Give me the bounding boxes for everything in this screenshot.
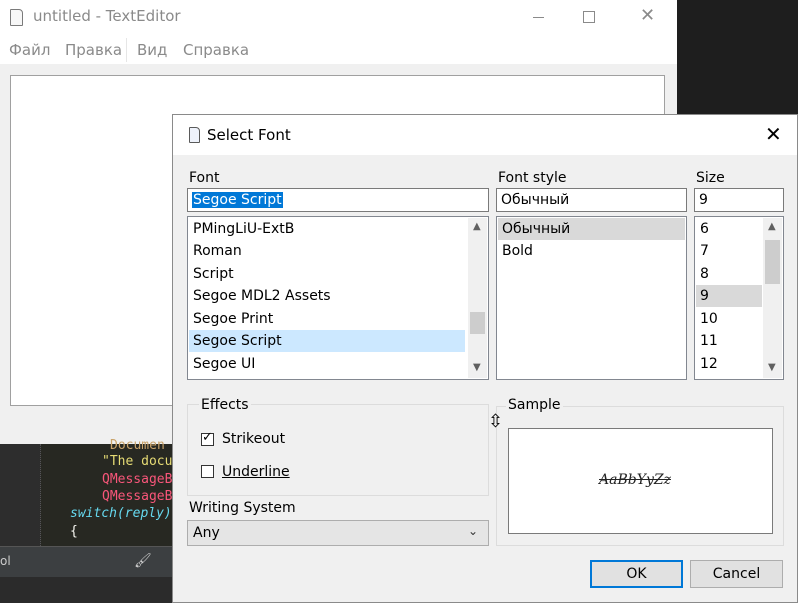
- underline-checkbox[interactable]: [201, 465, 214, 478]
- font-label: Font: [189, 170, 220, 186]
- list-item[interactable]: Segoe UI: [189, 353, 465, 375]
- list-item[interactable]: 12: [696, 353, 762, 375]
- minimize-icon: [533, 17, 544, 18]
- font-list[interactable]: PMingLiU-ExtB Roman Script Segoe MDL2 As…: [187, 216, 489, 380]
- menu-help[interactable]: Справка: [183, 41, 249, 59]
- list-item-selected[interactable]: Segoe Script: [189, 330, 465, 352]
- code-gutter: [0, 444, 41, 546]
- list-item[interactable]: Script: [189, 263, 465, 285]
- code-line: Documen: [110, 438, 165, 453]
- menu-view[interactable]: Вид: [137, 41, 167, 59]
- list-item-selected[interactable]: 9: [696, 285, 762, 307]
- maximize-icon: [583, 11, 595, 23]
- maximize-button[interactable]: [561, 0, 617, 34]
- size-list[interactable]: 6 7 8 9 10 11 12 ▲ ▼: [694, 216, 784, 380]
- code-line: {: [70, 524, 78, 539]
- select-font-dialog: Select Font ✕ Font Segoe Script PMingLiU…: [172, 114, 798, 603]
- dialog-titlebar: Select Font ✕: [173, 115, 797, 155]
- size-label: Size: [696, 170, 725, 186]
- editor-titlebar: untitled - TextEditor ✕: [0, 0, 677, 34]
- strikeout-checkbox[interactable]: ✓: [201, 430, 214, 446]
- font-style-list[interactable]: Обычный Bold: [496, 216, 687, 380]
- cancel-button[interactable]: Cancel: [690, 560, 783, 588]
- chevron-up-icon[interactable]: ▲: [473, 221, 481, 232]
- code-editor-peek: Documen "The docu QMessageB QMessageB sw…: [0, 438, 174, 546]
- scroll-thumb[interactable]: [765, 240, 780, 284]
- mouse-cursor-icon: ⇳: [488, 411, 504, 432]
- list-item[interactable]: PMingLiU-ExtB: [189, 218, 465, 240]
- ide-statusbar: ol 🖌: [0, 546, 174, 577]
- close-icon: ✕: [640, 5, 656, 26]
- menubar: Файл Правка Вид Справка: [0, 34, 677, 64]
- document-icon: [10, 9, 23, 26]
- list-item[interactable]: 7: [696, 240, 762, 262]
- size-list-scrollbar[interactable]: ▲ ▼: [763, 218, 782, 378]
- size-input[interactable]: 9: [694, 188, 784, 212]
- menu-edit[interactable]: Правка: [65, 41, 122, 59]
- strikeout-label[interactable]: Strikeout: [222, 431, 285, 447]
- writing-system-label: Writing System: [189, 500, 296, 516]
- chevron-down-icon[interactable]: ▼: [768, 362, 776, 373]
- underline-label[interactable]: Underline: [222, 464, 290, 480]
- document-icon: [189, 127, 200, 143]
- writing-system-value: Any: [193, 525, 220, 541]
- size-value: 9: [699, 192, 708, 208]
- code-line: "The docu: [102, 454, 173, 469]
- close-button[interactable]: ✕: [621, 0, 677, 34]
- dialog-title: Select Font: [207, 126, 291, 144]
- list-item[interactable]: 10: [696, 308, 762, 330]
- font-style-value: Обычный: [501, 192, 570, 208]
- sample-preview: AaBbYyZz: [508, 428, 773, 534]
- menu-file[interactable]: Файл: [9, 41, 50, 59]
- writing-system-select[interactable]: Any ⌄: [187, 520, 489, 546]
- list-item[interactable]: Bold: [498, 240, 685, 262]
- font-list-scrollbar[interactable]: ▲ ▼: [468, 218, 487, 378]
- minimize-button[interactable]: [511, 0, 567, 34]
- chevron-down-icon: ⌄: [468, 524, 479, 538]
- list-item[interactable]: 11: [696, 330, 762, 352]
- code-line: QMessageB: [102, 472, 173, 487]
- font-style-label: Font style: [498, 170, 567, 186]
- status-label: ol: [0, 554, 11, 568]
- dialog-close-icon[interactable]: ✕: [765, 122, 782, 146]
- effects-group: [187, 404, 489, 496]
- check-icon: ✓: [202, 430, 213, 445]
- brush-icon[interactable]: 🖌: [134, 553, 152, 569]
- font-name-value: Segoe Script: [192, 192, 283, 208]
- scroll-thumb[interactable]: [470, 312, 485, 334]
- ide-bottom-panel: [0, 577, 174, 603]
- sample-label: Sample: [506, 397, 563, 413]
- ok-button[interactable]: OK: [590, 560, 683, 588]
- menu-separator: [126, 38, 127, 62]
- chevron-up-icon[interactable]: ▲: [768, 221, 776, 232]
- editor-title: untitled - TextEditor: [33, 7, 181, 25]
- list-item[interactable]: Segoe MDL2 Assets: [189, 285, 465, 307]
- code-line: QMessageB: [102, 489, 173, 504]
- list-item[interactable]: Roman: [189, 240, 465, 262]
- chevron-down-icon[interactable]: ▼: [473, 362, 481, 373]
- font-style-input[interactable]: Обычный: [496, 188, 687, 212]
- list-item-selected[interactable]: Обычный: [498, 218, 685, 240]
- effects-label: Effects: [199, 397, 251, 413]
- code-line: switch(reply): [70, 506, 172, 521]
- list-item[interactable]: 8: [696, 263, 762, 285]
- list-item[interactable]: Segoe Print: [189, 308, 465, 330]
- sample-text: AaBbYyZz: [599, 472, 671, 488]
- font-name-input[interactable]: Segoe Script: [187, 188, 489, 212]
- list-item[interactable]: 6: [696, 218, 762, 240]
